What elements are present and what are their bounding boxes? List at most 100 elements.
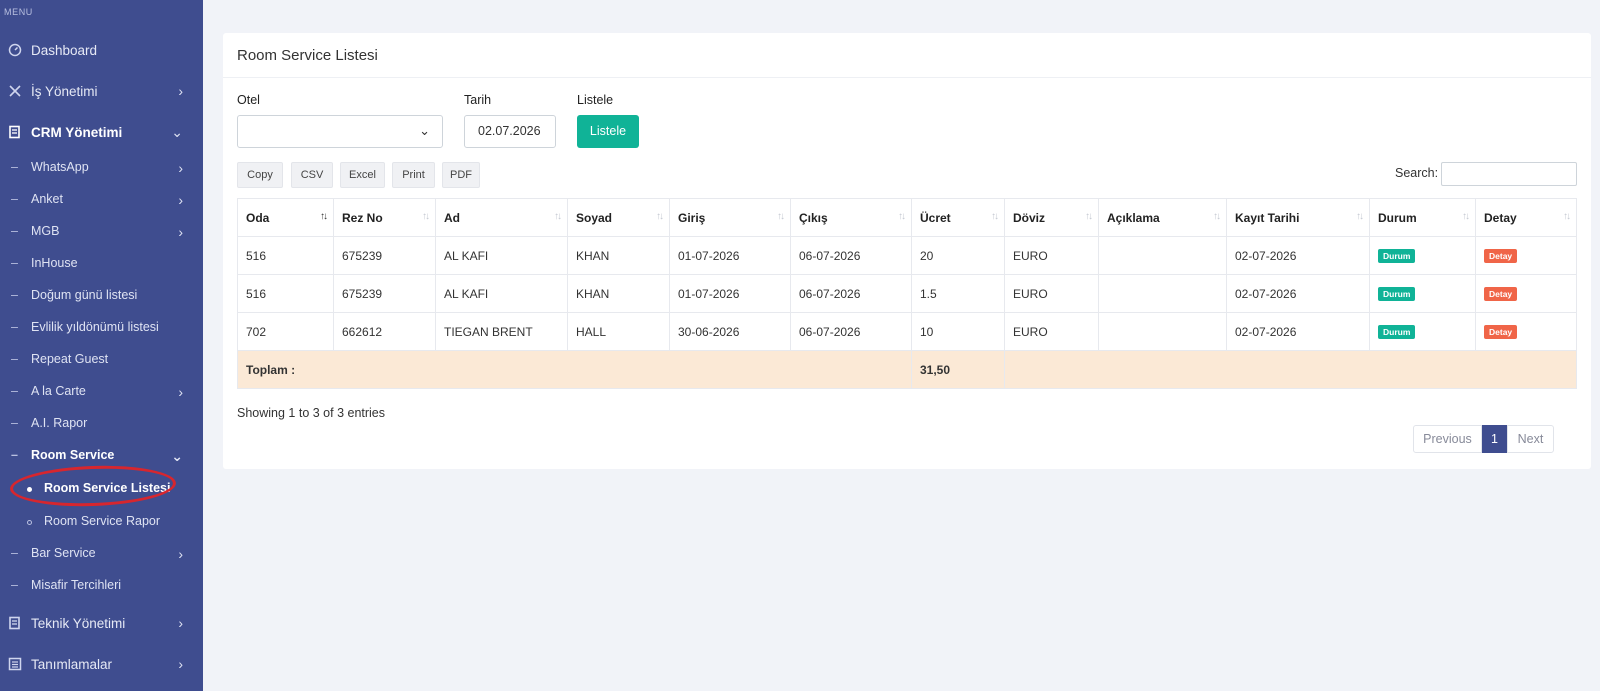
csv-button[interactable]: CSV — [291, 162, 333, 188]
sort-icon: ↑↓ — [898, 211, 904, 222]
sub-item-whatsapp[interactable]: – WhatsApp › — [0, 160, 203, 176]
otel-label: Otel — [237, 93, 260, 107]
document-icon — [8, 125, 22, 139]
sub-item-label: Misafir Tercihleri — [31, 578, 121, 592]
cell-ad: AL KAFI — [436, 237, 568, 275]
document-icon — [8, 616, 22, 630]
nav-dashboard[interactable]: Dashboard — [0, 41, 203, 59]
nav-is-yonetimi[interactable]: İş Yönetimi › — [0, 82, 203, 100]
gauge-icon — [8, 43, 22, 57]
cell-oda: 516 — [238, 275, 334, 313]
sub-item-inhouse[interactable]: – InHouse — [0, 256, 203, 272]
total-empty — [1005, 351, 1577, 389]
chevron-right-icon: › — [178, 546, 183, 562]
sub-item-repeat-guest[interactable]: – Repeat Guest — [0, 352, 203, 368]
durum-badge[interactable]: Durum — [1378, 249, 1415, 263]
sub-item-dogum-gunu[interactable]: – Doğum günü listesi — [0, 288, 203, 304]
dash-marker: – — [11, 160, 18, 174]
col-header-rez-no[interactable]: Rez No↑↓ — [334, 199, 436, 237]
copy-button[interactable]: Copy — [237, 162, 283, 188]
cell-cikis: 06-07-2026 — [791, 237, 912, 275]
chevron-right-icon: › — [178, 160, 183, 176]
dash-marker: – — [11, 416, 18, 430]
cell-durum: Durum — [1370, 237, 1476, 275]
pdf-button[interactable]: PDF — [442, 162, 480, 188]
sub-item-label: Room Service — [31, 448, 114, 462]
detay-badge[interactable]: Detay — [1484, 249, 1517, 263]
pagination-next[interactable]: Next — [1507, 425, 1554, 453]
search-input[interactable] — [1441, 162, 1577, 186]
sidebar: MENU Dashboard İş Yönetimi › CRM Yönetim… — [0, 0, 203, 691]
sub-item-ai-rapor[interactable]: – A.I. Rapor — [0, 416, 203, 432]
cell-rez-no: 675239 — [334, 275, 436, 313]
sub-item-bar-service[interactable]: – Bar Service › — [0, 546, 203, 562]
excel-button[interactable]: Excel — [340, 162, 385, 188]
durum-badge[interactable]: Durum — [1378, 287, 1415, 301]
cell-rez-no: 675239 — [334, 237, 436, 275]
sub-item-room-service[interactable]: – Room Service ⌄ — [0, 448, 203, 464]
pagination-page-1[interactable]: 1 — [1482, 425, 1507, 453]
col-header-doviz[interactable]: Döviz↑↓ — [1005, 199, 1099, 237]
sub-item-a-la-carte[interactable]: – A la Carte › — [0, 384, 203, 400]
col-header-label: Ücret — [920, 211, 951, 225]
listele-button[interactable]: Listele — [577, 115, 639, 148]
cell-aciklama — [1099, 275, 1227, 313]
list-icon — [8, 657, 22, 671]
detay-badge[interactable]: Detay — [1484, 325, 1517, 339]
sub-item-evlilik[interactable]: – Evlilik yıldönümü listesi — [0, 320, 203, 336]
table-row: 702 662612 TIEGAN BRENT HALL 30-06-2026 … — [238, 313, 1577, 351]
otel-select[interactable]: ⌄ — [237, 115, 443, 148]
cell-durum: Durum — [1370, 275, 1476, 313]
col-header-aciklama[interactable]: Açıklama↑↓ — [1099, 199, 1227, 237]
cell-ucret: 20 — [912, 237, 1005, 275]
cell-kayit-tarihi: 02-07-2026 — [1227, 237, 1370, 275]
col-header-detay[interactable]: Detay↑↓ — [1476, 199, 1577, 237]
dash-marker: – — [11, 256, 18, 270]
col-header-giris[interactable]: Giriş↑↓ — [670, 199, 791, 237]
cell-cikis: 06-07-2026 — [791, 313, 912, 351]
room-service-card: Room Service Listesi Otel ⌄ Tarih 02.07.… — [223, 33, 1591, 469]
print-button[interactable]: Print — [392, 162, 435, 188]
col-header-ucret[interactable]: Ücret↑↓ — [912, 199, 1005, 237]
cell-doviz: EURO — [1005, 313, 1099, 351]
sub-item-room-service-rapor[interactable]: Room Service Rapor — [0, 514, 203, 530]
sub-item-label: Bar Service — [31, 546, 96, 560]
col-header-label: Giriş — [678, 211, 705, 225]
sub-item-label: Doğum günü listesi — [31, 288, 137, 302]
cell-kayit-tarihi: 02-07-2026 — [1227, 313, 1370, 351]
dash-marker: – — [11, 578, 18, 592]
col-header-ad[interactable]: Ad↑↓ — [436, 199, 568, 237]
table-row: 516 675239 AL KAFI KHAN 01-07-2026 06-07… — [238, 237, 1577, 275]
sub-item-anket[interactable]: – Anket › — [0, 192, 203, 208]
durum-badge[interactable]: Durum — [1378, 325, 1415, 339]
col-header-kayit-tarihi[interactable]: Kayıt Tarihi↑↓ — [1227, 199, 1370, 237]
menu-heading: MENU — [4, 7, 33, 17]
cell-soyad: KHAN — [568, 275, 670, 313]
nav-teknik-yonetimi[interactable]: Teknik Yönetimi › — [0, 614, 203, 632]
cell-doviz: EURO — [1005, 275, 1099, 313]
nav-label: Tanımlamalar — [31, 657, 112, 672]
col-header-cikis[interactable]: Çıkış ↑↓ — [791, 199, 912, 237]
col-header-label: Çıkış — [799, 211, 828, 225]
cell-ad: TIEGAN BRENT — [436, 313, 568, 351]
chevron-down-icon: ⌄ — [171, 124, 183, 141]
col-header-label: Döviz — [1013, 211, 1045, 225]
col-header-durum[interactable]: Durum↑↓ — [1370, 199, 1476, 237]
detay-badge[interactable]: Detay — [1484, 287, 1517, 301]
dash-marker: – — [11, 384, 18, 398]
col-header-soyad[interactable]: Soyad↑↓ — [568, 199, 670, 237]
sub-item-mgb[interactable]: – MGB › — [0, 224, 203, 240]
cell-detay: Detay — [1476, 237, 1577, 275]
sub-item-misafir-tercihleri[interactable]: – Misafir Tercihleri — [0, 578, 203, 594]
col-header-oda[interactable]: Oda↑↓ — [238, 199, 334, 237]
cell-giris: 01-07-2026 — [670, 275, 791, 313]
cell-cikis: 06-07-2026 — [791, 275, 912, 313]
cell-oda: 702 — [238, 313, 334, 351]
cell-kayit-tarihi: 02-07-2026 — [1227, 275, 1370, 313]
pagination-previous[interactable]: Previous — [1413, 425, 1482, 453]
col-header-label: Durum — [1378, 211, 1417, 225]
nav-crm-yonetimi[interactable]: CRM Yönetimi ⌄ — [0, 123, 203, 141]
nav-tanimlamalar[interactable]: Tanımlamalar › — [0, 655, 203, 673]
tarih-input[interactable]: 02.07.2026 — [464, 115, 556, 148]
col-header-label: Rez No — [342, 211, 383, 225]
